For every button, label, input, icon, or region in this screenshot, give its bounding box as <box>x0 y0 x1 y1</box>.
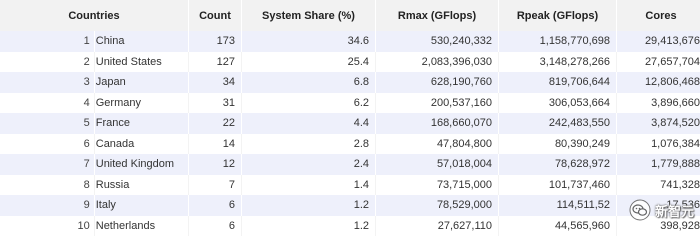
rpeak-cell: 1,158,770,698 <box>498 31 617 52</box>
table-row: 6 Canada 14 2.8 47,804,800 80,390,249 1,076,38… <box>0 133 700 154</box>
country-cell: Netherlands <box>94 215 190 236</box>
table-row: 2 United States 127 25.4 2,083,396,030 3,148,… <box>0 51 700 72</box>
rank-cell: 6 <box>0 133 95 154</box>
count-cell: 12 <box>188 154 242 175</box>
count-cell: 6 <box>188 195 242 216</box>
country-cell: France <box>94 113 190 134</box>
rmax-cell: 168,660,070 <box>375 113 499 134</box>
rank-cell: 9 <box>0 195 95 216</box>
rpeak-cell: 80,390,249 <box>498 133 617 154</box>
count-cell: 127 <box>188 51 242 72</box>
rpeak-cell: 306,053,664 <box>498 92 617 113</box>
rpeak-cell: 819,706,644 <box>498 72 617 93</box>
header-rmax[interactable]: Rmax (GFlops) <box>375 0 499 31</box>
rank-cell: 5 <box>0 113 95 134</box>
rmax-cell: 57,018,004 <box>375 154 499 175</box>
rmax-cell: 73,715,000 <box>375 174 499 195</box>
country-cell: Japan <box>94 72 190 93</box>
rpeak-cell: 242,483,550 <box>498 113 617 134</box>
country-cell: United States <box>94 51 190 72</box>
cores-cell: 17,536 <box>616 195 700 216</box>
system-share-cell: 6.2 <box>241 92 376 113</box>
rmax-cell: 200,537,160 <box>375 92 499 113</box>
system-share-cell: 1.2 <box>241 195 376 216</box>
rmax-cell: 530,240,332 <box>375 31 499 52</box>
rpeak-cell: 3,148,278,266 <box>498 51 617 72</box>
country-cell: Canada <box>94 133 190 154</box>
rank-cell: 3 <box>0 72 95 93</box>
cores-cell: 3,874,520 <box>616 113 700 134</box>
cores-cell: 741,328 <box>616 174 700 195</box>
country-cell: China <box>94 31 190 52</box>
count-cell: 31 <box>188 92 242 113</box>
count-cell: 34 <box>188 72 242 93</box>
count-cell: 173 <box>188 31 242 52</box>
cores-cell: 29,413,676 <box>616 31 700 52</box>
rpeak-cell: 101,737,460 <box>498 174 617 195</box>
system-share-cell: 1.2 <box>241 215 376 236</box>
rpeak-cell: 44,565,960 <box>498 215 617 236</box>
header-cores[interactable]: Cores <box>616 0 700 31</box>
country-cell: Germany <box>94 92 190 113</box>
table-row: 1 China 173 34.6 530,240,332 1,158,770,698 29,… <box>0 31 700 52</box>
rmax-cell: 27,627,110 <box>375 215 499 236</box>
table-header-row: Countries Count System Share (%) Rmax (G… <box>0 0 700 31</box>
header-countries[interactable]: Countries <box>0 0 189 31</box>
cores-cell: 1,076,384 <box>616 133 700 154</box>
system-share-cell: 1.4 <box>241 174 376 195</box>
countries-table: Countries Count System Share (%) Rmax (G… <box>0 0 700 236</box>
table-row: 3 Japan 34 6.8 628,190,760 819,706,644 12,806,… <box>0 72 700 93</box>
cores-cell: 27,657,704 <box>616 51 700 72</box>
rank-cell: 7 <box>0 154 95 175</box>
table-row: 5 France 22 4.4 168,660,070 242,483,550 3,874,… <box>0 113 700 134</box>
rank-cell: 10 <box>0 215 95 236</box>
system-share-cell: 2.8 <box>241 133 376 154</box>
cores-cell: 398,928 <box>616 215 700 236</box>
rank-cell: 1 <box>0 31 95 52</box>
system-share-cell: 6.8 <box>241 72 376 93</box>
country-cell: Italy <box>94 195 190 216</box>
rmax-cell: 628,190,760 <box>375 72 499 93</box>
table-row: 10 Netherlands 6 1.2 27,627,110 44,565,960 398… <box>0 215 700 236</box>
count-cell: 6 <box>188 215 242 236</box>
header-system-share[interactable]: System Share (%) <box>241 0 376 31</box>
rmax-cell: 78,529,000 <box>375 195 499 216</box>
rpeak-cell: 114,511,52 <box>498 195 617 216</box>
table-row: 8 Russia 7 1.4 73,715,000 101,737,460 741,328 <box>0 174 700 195</box>
count-cell: 7 <box>188 174 242 195</box>
rank-cell: 8 <box>0 174 95 195</box>
count-cell: 22 <box>188 113 242 134</box>
table-row: 4 Germany 31 6.2 200,537,160 306,053,664 3,896… <box>0 92 700 113</box>
system-share-cell: 25.4 <box>241 51 376 72</box>
header-rpeak[interactable]: Rpeak (GFlops) <box>498 0 617 31</box>
rank-cell: 2 <box>0 51 95 72</box>
table-row: 9 Italy 6 1.2 78,529,000 114,511,52 17,536 <box>0 195 700 216</box>
system-share-cell: 2.4 <box>241 154 376 175</box>
rpeak-cell: 78,628,972 <box>498 154 617 175</box>
rank-cell: 4 <box>0 92 95 113</box>
system-share-cell: 34.6 <box>241 31 376 52</box>
cores-cell: 1,779,888 <box>616 154 700 175</box>
count-cell: 14 <box>188 133 242 154</box>
header-count[interactable]: Count <box>188 0 242 31</box>
rmax-cell: 47,804,800 <box>375 133 499 154</box>
country-cell: United Kingdom <box>94 154 190 175</box>
rmax-cell: 2,083,396,030 <box>375 51 499 72</box>
cores-cell: 3,896,660 <box>616 92 700 113</box>
country-cell: Russia <box>94 174 190 195</box>
table-row: 7 United Kingdom 12 2.4 57,018,004 78,628,972… <box>0 154 700 175</box>
cores-cell: 12,806,468 <box>616 72 700 93</box>
system-share-cell: 4.4 <box>241 113 376 134</box>
table-body: 1 China 173 34.6 530,240,332 1,158,770,698 29,… <box>0 31 700 236</box>
